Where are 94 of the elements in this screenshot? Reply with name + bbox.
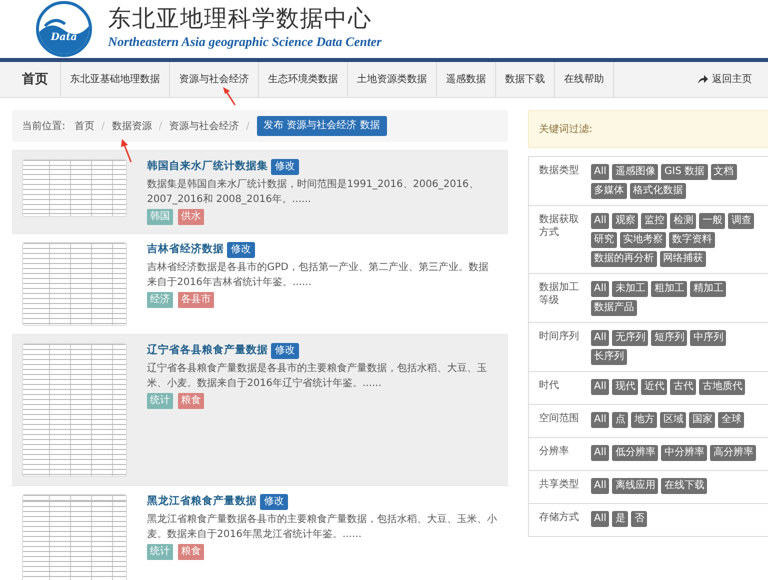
filter-option[interactable]: All xyxy=(591,379,610,395)
site-title: 东北亚地理科学数据中心 xyxy=(108,6,373,32)
dataset-description: 数据集是韩国自来水厂统计数据，时间范围是1991_2016、2006_2016、2007_2016和 2008_2016年。...... xyxy=(147,178,480,207)
filter-option[interactable]: All xyxy=(591,445,610,461)
dataset-description: 辽宁省各县粮食产量数据是各县市的主要粮食产量数据，包括水稻、大豆、玉米、小麦。数据来自于2016年辽宁省统计年鉴。...... xyxy=(147,362,488,391)
filter-option[interactable]: 在线下载 xyxy=(661,478,708,494)
site-logo: Data xyxy=(36,1,92,57)
tag[interactable]: 粮食 xyxy=(178,393,204,409)
filter-option[interactable]: All xyxy=(591,164,610,180)
filter-option[interactable]: 研究 xyxy=(591,232,617,248)
edit-button[interactable]: 修改 xyxy=(271,343,299,359)
filter-label: 数据加工等级 xyxy=(539,281,580,308)
filter-option[interactable]: 网络捕获 xyxy=(660,251,706,267)
filter-option[interactable]: All xyxy=(591,511,610,527)
filter-option[interactable]: All xyxy=(591,213,610,229)
filter-option[interactable]: 全球 xyxy=(718,412,744,428)
share-arrow-icon xyxy=(698,75,708,84)
breadcrumb-separator: / xyxy=(246,120,250,134)
filter-option[interactable]: GIS 数据 xyxy=(661,164,708,180)
filter-option[interactable]: 点 xyxy=(612,412,628,428)
filter-option[interactable]: 近代 xyxy=(641,379,668,395)
filter-option[interactable]: 古地质代 xyxy=(699,379,746,395)
dataset-title-link[interactable]: 吉林省经济数据 xyxy=(147,243,224,255)
dataset-title-link[interactable]: 黑龙江省粮食产量数据 xyxy=(147,495,257,507)
filter-option[interactable]: 短序列 xyxy=(651,330,688,346)
filter-option[interactable]: 否 xyxy=(631,511,648,527)
filter-option[interactable]: 多媒体 xyxy=(591,183,627,199)
nav-link[interactable]: 土地资源类数据 xyxy=(348,62,437,97)
nav-link[interactable]: 在线帮助 xyxy=(555,62,614,97)
nav-link[interactable]: 东北亚基础地理数据 xyxy=(61,62,170,97)
filter-option[interactable]: 数字资料 xyxy=(669,232,715,248)
tag[interactable]: 供水 xyxy=(178,209,204,225)
breadcrumb-link[interactable]: 首页 xyxy=(74,118,94,134)
filter-option[interactable]: 区域 xyxy=(660,412,686,428)
nav-link[interactable]: 遥感数据 xyxy=(437,62,496,97)
filter-option[interactable]: 国家 xyxy=(689,412,716,428)
publish-button[interactable]: 发布 资源与社会经济 数据 xyxy=(256,116,387,136)
breadcrumb-separator: / xyxy=(101,120,105,134)
filter-option[interactable]: 调查 xyxy=(728,213,754,229)
site-subtitle: Northeastern Asia geographic Science Data Center xyxy=(108,32,382,51)
filter-option[interactable]: 无序列 xyxy=(612,330,648,346)
filter-option[interactable]: 遥感图像 xyxy=(612,164,658,180)
filter-option[interactable]: All xyxy=(591,412,610,428)
nav-link[interactable]: 首页 xyxy=(8,62,61,97)
home-link[interactable]: 返回主页 xyxy=(682,62,768,97)
filter-label: 分辨率 xyxy=(539,445,570,459)
filter-option[interactable]: 离线应用 xyxy=(612,478,658,494)
filter-label: 时间序列 xyxy=(539,330,580,344)
filter-label: 数据获取方式 xyxy=(539,213,580,240)
filter-option[interactable]: All xyxy=(591,330,610,346)
filter-option[interactable]: 未加工 xyxy=(612,281,648,297)
edit-button[interactable]: 修改 xyxy=(227,242,255,258)
filter-option[interactable]: 检测 xyxy=(670,213,696,229)
dataset-description: 黑龙江省粮食产量数据各县市的主要粮食产量数据，包括水稻、大豆、玉米、小麦。数据来自于2016年黑龙江省统计年鉴。...... xyxy=(147,512,498,542)
filter-option[interactable]: 数据的再分析 xyxy=(591,251,657,267)
breadcrumb-link[interactable]: 资源与社会经济 xyxy=(169,118,240,134)
filter-option[interactable]: 低分辨率 xyxy=(612,445,658,461)
filter-option[interactable]: 监控 xyxy=(641,213,668,229)
edit-button[interactable]: 修改 xyxy=(271,159,299,175)
filter-option[interactable]: All xyxy=(591,281,610,297)
filter-option[interactable]: 是 xyxy=(612,511,628,527)
breadcrumb-separator: / xyxy=(158,120,162,134)
dataset-title-link[interactable]: 韩国自来水厂统计数据集 xyxy=(147,160,268,172)
dataset-title-link[interactable]: 辽宁省各县粮食产量数据 xyxy=(147,344,268,356)
filter-option[interactable]: 中分辨率 xyxy=(661,445,708,461)
filter-option[interactable]: 一般 xyxy=(699,213,726,229)
filter-label: 空间范围 xyxy=(539,412,580,426)
breadcrumb-link[interactable]: 数据资源 xyxy=(112,118,152,134)
filter-label: 共享类型 xyxy=(539,478,580,492)
filter-option[interactable]: 实地考察 xyxy=(620,232,666,248)
filter-label: 时代 xyxy=(539,379,560,393)
filter-heading: 关键词过滤: xyxy=(539,122,592,136)
filter-option[interactable]: 现代 xyxy=(612,379,638,395)
filter-option[interactable]: 精加工 xyxy=(690,281,726,297)
dataset-description: 吉林省经济数据是各县市的GPD，包括第一产业、第二产业、第三产业。数据来自于2016年吉林省统计年鉴。...... xyxy=(147,260,490,290)
filter-option[interactable]: 观察 xyxy=(612,213,638,229)
filter-option[interactable]: All xyxy=(591,478,610,494)
filter-option[interactable]: 文档 xyxy=(710,164,737,180)
filter-option[interactable]: 格式化数据 xyxy=(630,183,686,199)
nav-link[interactable]: 数据下载 xyxy=(496,62,555,97)
filter-option[interactable]: 数据产品 xyxy=(591,300,637,316)
nav-link[interactable]: 生态环境类数据 xyxy=(259,62,348,97)
filter-option[interactable]: 地方 xyxy=(631,412,658,428)
edit-button[interactable]: 修改 xyxy=(260,494,288,510)
tag[interactable]: 粮食 xyxy=(178,544,204,560)
tag[interactable]: 各县市 xyxy=(178,292,214,308)
filter-option[interactable]: 中序列 xyxy=(690,330,726,346)
filter-option[interactable]: 古代 xyxy=(670,379,696,395)
filter-label: 存储方式 xyxy=(539,511,580,525)
filter-option[interactable]: 长序列 xyxy=(591,349,627,365)
filter-option[interactable]: 粗加工 xyxy=(651,281,688,297)
filter-label: 数据类型 xyxy=(539,164,580,178)
breadcrumb-label: 当前位置: xyxy=(22,120,66,134)
filter-option[interactable]: 高分辨率 xyxy=(710,445,756,461)
